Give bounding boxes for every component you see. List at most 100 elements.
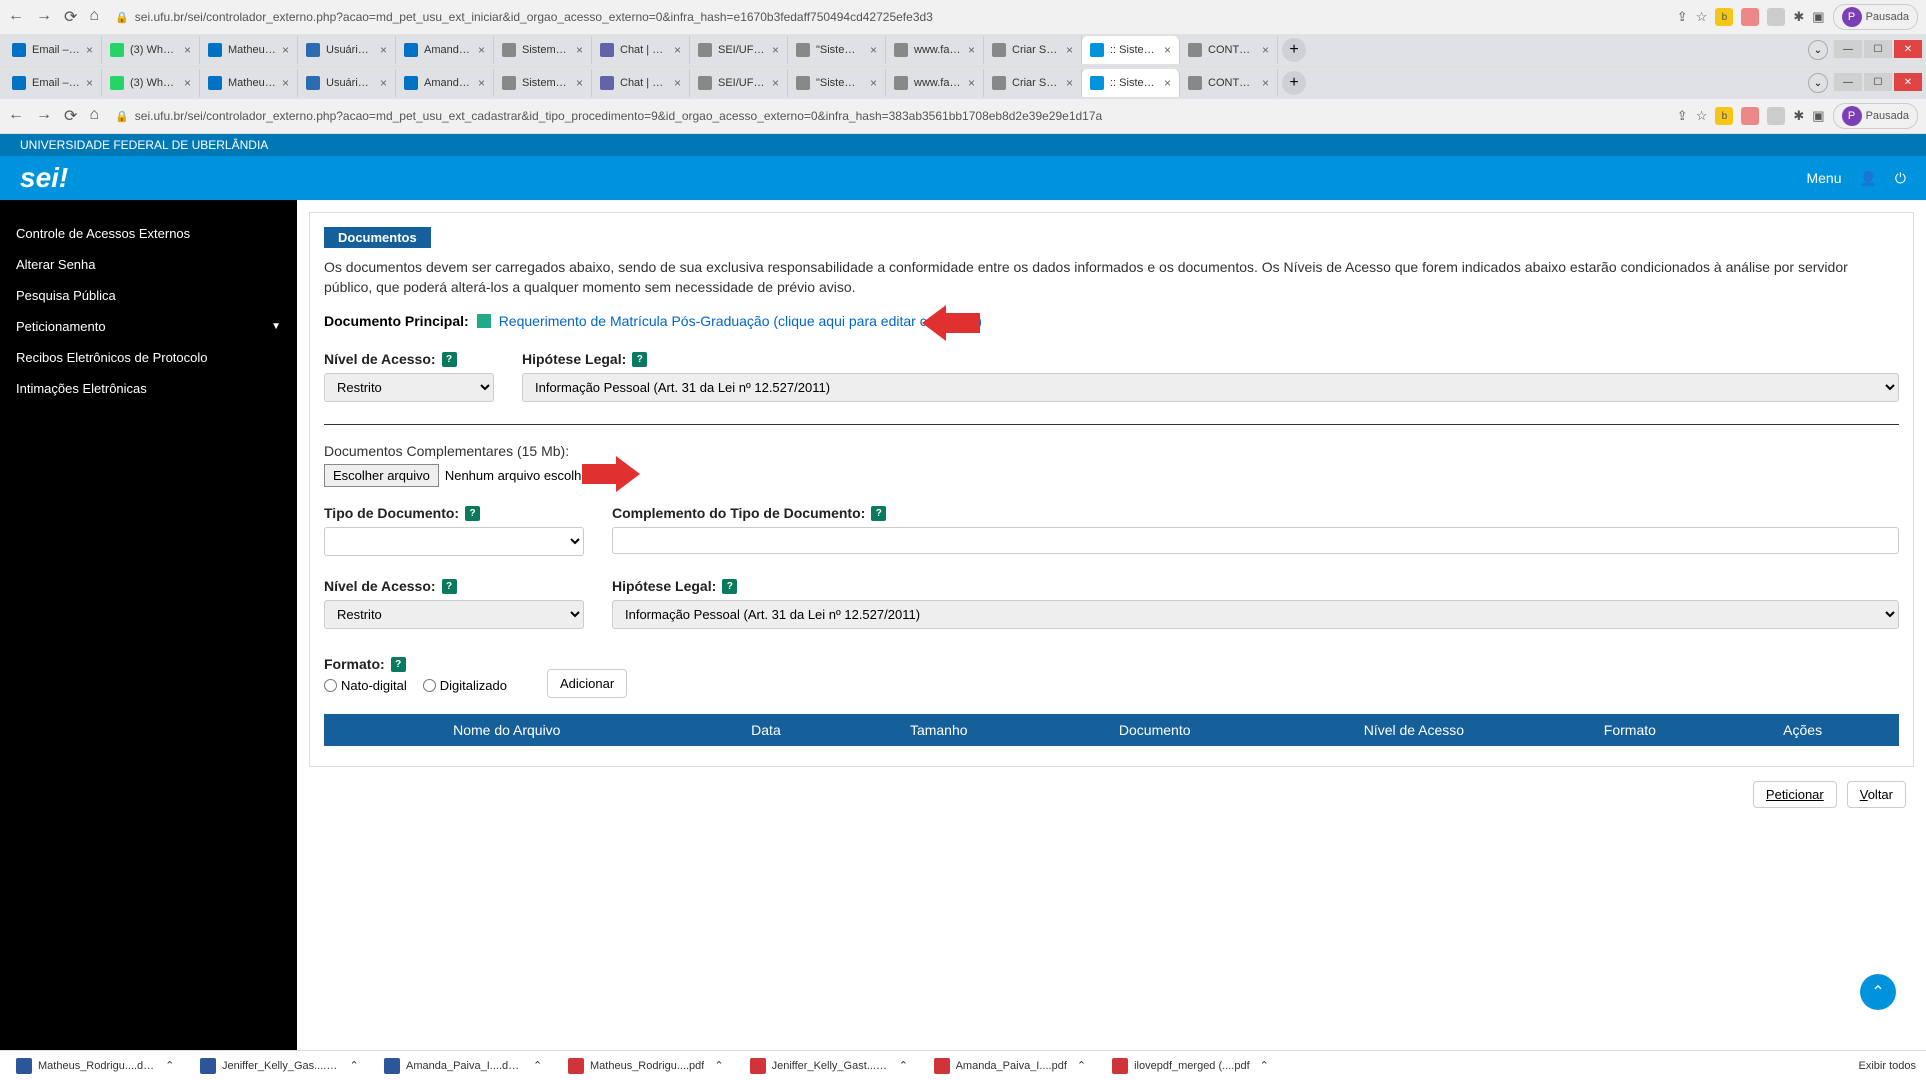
- tab-dropdown[interactable]: ⌄: [1808, 73, 1828, 93]
- tab-close-icon[interactable]: ×: [282, 43, 289, 57]
- ext-settings-icon[interactable]: ▣: [1812, 9, 1824, 25]
- tab-close-icon[interactable]: ×: [1262, 76, 1269, 90]
- new-tab-button[interactable]: +: [1282, 71, 1306, 95]
- tab-close-icon[interactable]: ×: [968, 43, 975, 57]
- tab-close-icon[interactable]: ×: [674, 43, 681, 57]
- hipotese2-select[interactable]: Informação Pessoal (Art. 31 da Lei nº 12…: [612, 600, 1899, 629]
- browser-tab[interactable]: :: Sistema El×: [1082, 36, 1180, 64]
- download-item[interactable]: Matheus_Rodrigu....docx ⌃: [10, 1056, 180, 1076]
- window-close[interactable]: ✕: [1894, 73, 1922, 91]
- tab-close-icon[interactable]: ×: [968, 76, 975, 90]
- tab-close-icon[interactable]: ×: [1164, 43, 1171, 57]
- sidebar-item-pesquisa[interactable]: Pesquisa Pública: [0, 280, 297, 311]
- help-icon[interactable]: ?: [442, 579, 457, 594]
- radio-digitalizado[interactable]: Digitalizado: [423, 678, 507, 693]
- browser-tab[interactable]: (3) WhatsAp×: [102, 36, 200, 64]
- tab-close-icon[interactable]: ×: [184, 76, 191, 90]
- download-item[interactable]: ilovepdf_merged (....pdf ⌃: [1106, 1056, 1275, 1076]
- nivel2-select[interactable]: Restrito: [324, 600, 584, 629]
- browser-tab[interactable]: Sistema de×: [494, 69, 592, 97]
- file-choose-button[interactable]: Escolher arquivo: [324, 464, 439, 487]
- back-button[interactable]: ←: [8, 7, 24, 27]
- browser-tab[interactable]: Usuário exte×: [298, 36, 396, 64]
- tab-close-icon[interactable]: ×: [772, 43, 779, 57]
- forward-button[interactable]: →: [36, 7, 52, 27]
- help-icon[interactable]: ?: [391, 657, 406, 672]
- browser-tab[interactable]: SEI/UFU - 36×: [690, 69, 788, 97]
- browser-tab[interactable]: Sistema de×: [494, 36, 592, 64]
- peticionar-button[interactable]: Peticionar: [1753, 781, 1837, 808]
- tab-close-icon[interactable]: ×: [870, 43, 877, 57]
- tab-close-icon[interactable]: ×: [772, 76, 779, 90]
- browser-tab[interactable]: Criar Serviço×: [984, 69, 1082, 97]
- sidebar-item-senha[interactable]: Alterar Senha: [0, 249, 297, 280]
- browser-tab[interactable]: CONTROLE×: [1180, 69, 1278, 97]
- tab-dropdown[interactable]: ⌄: [1808, 40, 1828, 60]
- sidebar-item-intimacoes[interactable]: Intimações Eletrônicas: [0, 373, 297, 404]
- ext-icon-3[interactable]: [1767, 107, 1785, 125]
- browser-tab[interactable]: www.fapemi×: [886, 69, 984, 97]
- sidebar-item-controle[interactable]: Controle de Acessos Externos: [0, 218, 297, 249]
- scroll-top-fab[interactable]: ⌃: [1860, 974, 1896, 1010]
- browser-tab[interactable]: Chat | Luiz H×: [592, 69, 690, 97]
- window-maximize[interactable]: ☐: [1864, 40, 1892, 58]
- browser-tab[interactable]: Criar Serviço×: [984, 36, 1082, 64]
- star-icon[interactable]: ☆: [1696, 9, 1708, 25]
- help-icon[interactable]: ?: [722, 579, 737, 594]
- window-minimize[interactable]: —: [1834, 73, 1862, 91]
- browser-tab[interactable]: "Sistemas U×: [788, 36, 886, 64]
- doc-principal-link[interactable]: Requerimento de Matrícula Pós-Graduação …: [499, 313, 982, 329]
- power-icon[interactable]: ⏻: [1895, 170, 1906, 187]
- ext-icon-1[interactable]: b: [1715, 107, 1733, 125]
- window-maximize[interactable]: ☐: [1864, 73, 1892, 91]
- tab-close-icon[interactable]: ×: [1066, 43, 1073, 57]
- browser-tab[interactable]: SEI/UFU - 36×: [690, 36, 788, 64]
- browser-tab[interactable]: CONTROLE×: [1180, 36, 1278, 64]
- forward-button[interactable]: →: [36, 106, 52, 126]
- help-icon[interactable]: ?: [465, 506, 480, 521]
- help-icon[interactable]: ?: [442, 352, 457, 367]
- ext-settings-icon[interactable]: ▣: [1812, 108, 1824, 124]
- download-item[interactable]: Amanda_Paiva_I....pdf ⌃: [928, 1056, 1093, 1076]
- tab-close-icon[interactable]: ×: [380, 76, 387, 90]
- star-icon[interactable]: ☆: [1696, 108, 1708, 124]
- tab-close-icon[interactable]: ×: [478, 76, 485, 90]
- download-item[interactable]: Matheus_Rodrigu....pdf ⌃: [562, 1056, 730, 1076]
- tab-close-icon[interactable]: ×: [576, 76, 583, 90]
- home-button[interactable]: ⌂: [89, 7, 99, 27]
- tipo-select[interactable]: [324, 527, 584, 556]
- tab-close-icon[interactable]: ×: [576, 43, 583, 57]
- reload-button[interactable]: ⟳: [64, 106, 77, 126]
- help-icon[interactable]: ?: [632, 352, 647, 367]
- tab-close-icon[interactable]: ×: [1164, 76, 1171, 90]
- address-bar[interactable]: 🔒 sei.ufu.br/sei/controlador_externo.php…: [107, 107, 1669, 125]
- address-bar[interactable]: 🔒 sei.ufu.br/sei/controlador_externo.php…: [107, 8, 1669, 26]
- browser-tab[interactable]: www.fapemi×: [886, 36, 984, 64]
- download-item[interactable]: Jeniffer_Kelly_Gas....docx ⌃: [194, 1056, 364, 1076]
- extensions-icon[interactable]: ✱: [1793, 108, 1804, 124]
- browser-tab[interactable]: Matheus_Ro×: [200, 36, 298, 64]
- browser-tab[interactable]: Usuário exte×: [298, 69, 396, 97]
- tab-close-icon[interactable]: ×: [674, 76, 681, 90]
- extensions-icon[interactable]: ✱: [1793, 9, 1804, 25]
- adicionar-button[interactable]: Adicionar: [547, 669, 627, 698]
- browser-tab[interactable]: Amanda_Pai×: [396, 69, 494, 97]
- window-minimize[interactable]: —: [1834, 40, 1862, 58]
- tab-close-icon[interactable]: ×: [184, 43, 191, 57]
- tab-close-icon[interactable]: ×: [1066, 76, 1073, 90]
- browser-tab[interactable]: Email – Proc×: [4, 36, 102, 64]
- window-close[interactable]: ✕: [1894, 40, 1922, 58]
- hipotese-select[interactable]: Informação Pessoal (Art. 31 da Lei nº 12…: [522, 373, 1899, 402]
- share-icon[interactable]: ⇪: [1677, 108, 1688, 124]
- tab-close-icon[interactable]: ×: [1262, 43, 1269, 57]
- tab-close-icon[interactable]: ×: [870, 76, 877, 90]
- profile-pause[interactable]: P Pausada: [1833, 103, 1918, 129]
- radio-nato[interactable]: Nato-digital: [324, 678, 407, 693]
- ext-icon-2[interactable]: [1741, 8, 1759, 26]
- home-button[interactable]: ⌂: [89, 106, 99, 126]
- voltar-button[interactable]: Voltar: [1847, 781, 1906, 808]
- tab-close-icon[interactable]: ×: [478, 43, 485, 57]
- browser-tab[interactable]: :: Sistema El×: [1082, 69, 1180, 97]
- browser-tab[interactable]: Matheus_Ro×: [200, 69, 298, 97]
- tab-close-icon[interactable]: ×: [282, 76, 289, 90]
